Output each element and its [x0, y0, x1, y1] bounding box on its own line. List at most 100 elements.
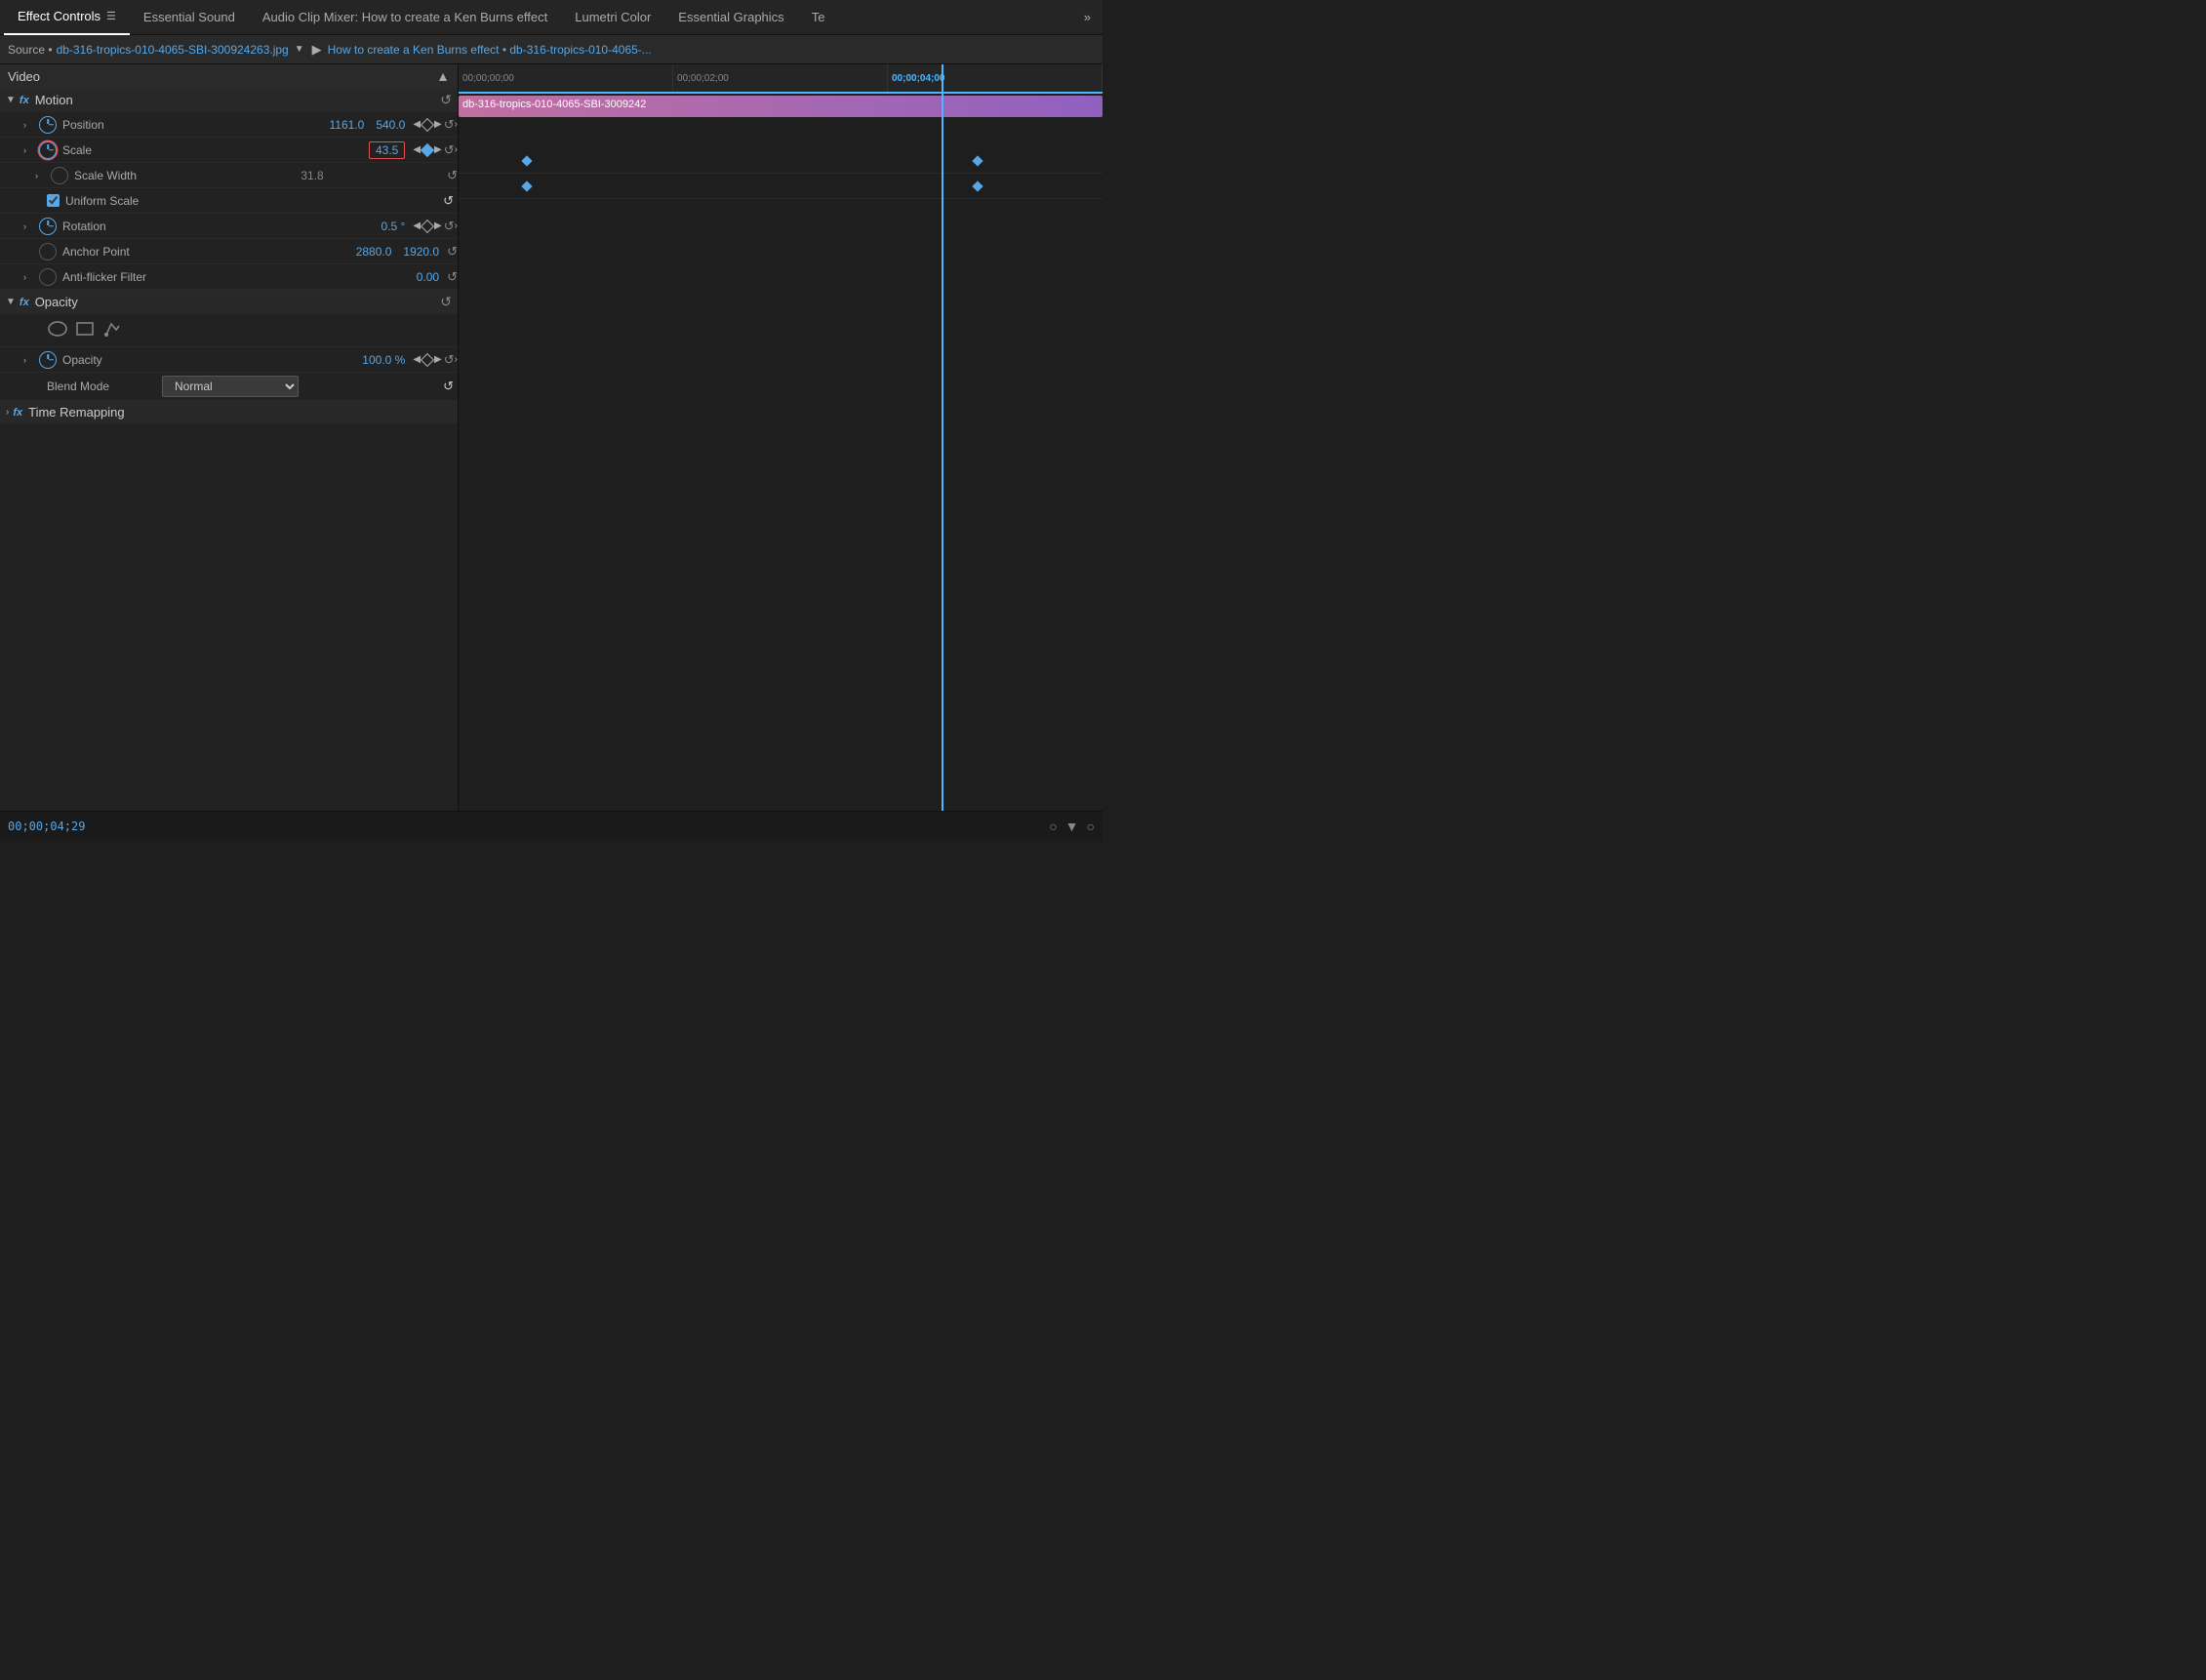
motion-fx-badge: fx	[20, 95, 29, 106]
opacity-expand-arrow[interactable]: ›	[23, 355, 35, 365]
ellipse-mask-button[interactable]	[47, 318, 68, 342]
opacity-goto-next[interactable]: ›	[455, 354, 458, 365]
timeline-panel: 00;00;00;00 00;00;02;00 00;00;04;00 db-3…	[459, 64, 1103, 811]
uniform-scale-label: Uniform Scale	[65, 194, 139, 208]
anchor-point-label: Anchor Point	[62, 245, 170, 259]
bottom-circle-right[interactable]: ○	[1087, 819, 1095, 834]
bottom-filter-icon[interactable]: ▼	[1065, 819, 1079, 834]
opacity-value-row: › Opacity 100.0 % ◀ ▶ ↺ ›	[0, 347, 458, 373]
position-reset-button[interactable]: ↺	[444, 117, 455, 133]
rotation-next-keyframe[interactable]: ▶	[434, 220, 442, 231]
blend-mode-select[interactable]: Normal Dissolve Multiply Screen Overlay	[162, 376, 299, 397]
anti-flicker-label: Anti-flicker Filter	[62, 270, 170, 284]
rotation-row: › Rotation 0.5 ° ◀ ▶ ↺ ›	[0, 214, 458, 239]
anchor-point-x-value[interactable]: 2880.0	[356, 245, 392, 259]
tab-menu-icon[interactable]: ☰	[106, 10, 116, 22]
video-section-header[interactable]: Video ▲	[0, 64, 458, 88]
anchor-point-reset-button[interactable]: ↺	[447, 244, 458, 260]
position-x-value[interactable]: 1161.0	[330, 118, 365, 132]
tab-effect-controls[interactable]: Effect Controls ☰	[4, 0, 130, 35]
sequence-link[interactable]: How to create a Ken Burns effect • db-31…	[328, 43, 652, 57]
rotation-value[interactable]: 0.5 °	[381, 220, 406, 233]
scale-expand-arrow[interactable]: ›	[23, 145, 35, 155]
motion-chevron-icon: ▼	[6, 95, 16, 105]
opacity-keyframe-diamond[interactable]	[421, 352, 434, 366]
scale-value[interactable]: 43.5	[369, 141, 405, 159]
bottom-bar: 00;00;04;29 ○ ▼ ○	[0, 811, 1103, 840]
position-y-value[interactable]: 540.0	[376, 118, 405, 132]
time-remapping-label: Time Remapping	[28, 405, 125, 420]
rotation-expand-arrow[interactable]: ›	[23, 221, 35, 231]
position-goto-next[interactable]: ›	[455, 119, 458, 130]
video-collapse-button[interactable]: ▲	[436, 68, 450, 84]
anchor-point-y-value[interactable]: 1920.0	[403, 245, 439, 259]
scale-width-reset-button[interactable]: ↺	[447, 168, 458, 183]
motion-reset-button[interactable]: ↺	[440, 92, 452, 108]
tab-lumetri-color[interactable]: Lumetri Color	[561, 0, 664, 35]
anchor-point-stopwatch-icon[interactable]	[39, 243, 57, 260]
anti-flicker-expand-arrow[interactable]: ›	[23, 272, 35, 282]
sequence-play-button[interactable]: ▶	[312, 42, 322, 58]
scale-goto-next[interactable]: ›	[455, 144, 458, 155]
tab-essential-sound[interactable]: Essential Sound	[130, 0, 249, 35]
scale-keyframe-diamond[interactable]	[421, 142, 434, 156]
position-expand-arrow[interactable]: ›	[23, 120, 35, 130]
opacity-reset-button[interactable]: ↺	[440, 294, 452, 310]
position-timeline-keyframe-1[interactable]	[521, 155, 532, 166]
rotation-goto-next[interactable]: ›	[455, 220, 458, 231]
rotation-keyframe-diamond[interactable]	[421, 219, 434, 232]
position-timeline-keyframe-2[interactable]	[972, 155, 983, 166]
rectangle-mask-button[interactable]	[74, 318, 96, 342]
rotation-stopwatch-icon[interactable]	[39, 218, 57, 235]
scale-width-expand-arrow[interactable]: ›	[35, 171, 47, 180]
time-remapping-fx-badge: fx	[13, 407, 22, 419]
scale-timeline-keyframe-2[interactable]	[972, 180, 983, 191]
timeline-clip[interactable]: db-316-tropics-010-4065-SBI-3009242	[459, 96, 1103, 117]
tab-audio-clip-mixer[interactable]: Audio Clip Mixer: How to create a Ken Bu…	[249, 0, 561, 35]
blend-mode-reset-button[interactable]: ↺	[443, 379, 454, 394]
scale-row: › Scale 43.5 ◀ ▶ ↺ ›	[0, 138, 458, 163]
scale-width-value[interactable]: 31.8	[301, 169, 323, 182]
source-dropdown-icon[interactable]: ▼	[295, 44, 304, 55]
position-stopwatch-icon[interactable]	[39, 116, 57, 134]
time-remapping-section-header[interactable]: › fx Time Remapping	[0, 401, 458, 423]
opacity-section-header[interactable]: ▼ fx Opacity ↺	[0, 290, 458, 314]
scale-width-stopwatch-icon[interactable]	[51, 167, 68, 184]
timecode-0: 00;00;00;00	[462, 73, 514, 84]
anti-flicker-value[interactable]: 0.00	[417, 270, 439, 284]
bottom-circle-left[interactable]: ○	[1049, 819, 1057, 834]
tab-essential-graphics[interactable]: Essential Graphics	[664, 0, 797, 35]
bottom-controls: ○ ▼ ○	[1049, 819, 1095, 834]
scale-timeline-keyframe-1[interactable]	[521, 180, 532, 191]
scale-reset-button[interactable]: ↺	[444, 142, 455, 158]
opacity-next-keyframe[interactable]: ▶	[434, 354, 442, 365]
timecode-mark-2: 00;00;04;00	[888, 64, 1103, 92]
position-keyframe-lane	[459, 148, 1103, 174]
more-tabs-button[interactable]: »	[1076, 10, 1099, 24]
anti-flicker-row: › Anti-flicker Filter 0.00 ↺	[0, 264, 458, 290]
opacity-stopwatch-icon[interactable]	[39, 351, 57, 369]
tab-te[interactable]: Te	[798, 0, 839, 35]
anti-flicker-stopwatch-icon[interactable]	[39, 268, 57, 286]
rotation-label: Rotation	[62, 220, 170, 233]
main-layout: Video ▲ ▼ fx Motion ↺ › Position 1161.0 …	[0, 64, 1103, 811]
position-keyframe-diamond[interactable]	[421, 117, 434, 131]
scale-stopwatch-icon[interactable]	[39, 141, 57, 159]
anchor-point-row: › Anchor Point 2880.0 1920.0 ↺	[0, 239, 458, 264]
clip-label: db-316-tropics-010-4065-SBI-3009242	[459, 99, 650, 110]
rotation-reset-button[interactable]: ↺	[444, 219, 455, 234]
source-file-link[interactable]: db-316-tropics-010-4065-SBI-300924263.jp…	[57, 43, 289, 57]
pen-mask-button[interactable]	[101, 318, 123, 342]
timecode-mark-0: 00;00;00;00	[459, 64, 673, 92]
position-next-keyframe[interactable]: ▶	[434, 119, 442, 130]
anti-flicker-reset-button[interactable]: ↺	[447, 269, 458, 285]
tab-lumetri-color-label: Lumetri Color	[575, 10, 651, 24]
scale-next-keyframe[interactable]: ▶	[434, 144, 442, 155]
uniform-scale-checkbox[interactable]	[47, 194, 60, 207]
uniform-scale-reset-button[interactable]: ↺	[443, 193, 454, 209]
opacity-reset-button[interactable]: ↺	[444, 352, 455, 368]
timeline-content: db-316-tropics-010-4065-SBI-3009242	[459, 94, 1103, 811]
tab-essential-sound-label: Essential Sound	[143, 10, 235, 24]
opacity-value[interactable]: 100.0 %	[362, 353, 405, 367]
motion-section-header[interactable]: ▼ fx Motion ↺	[0, 88, 458, 112]
